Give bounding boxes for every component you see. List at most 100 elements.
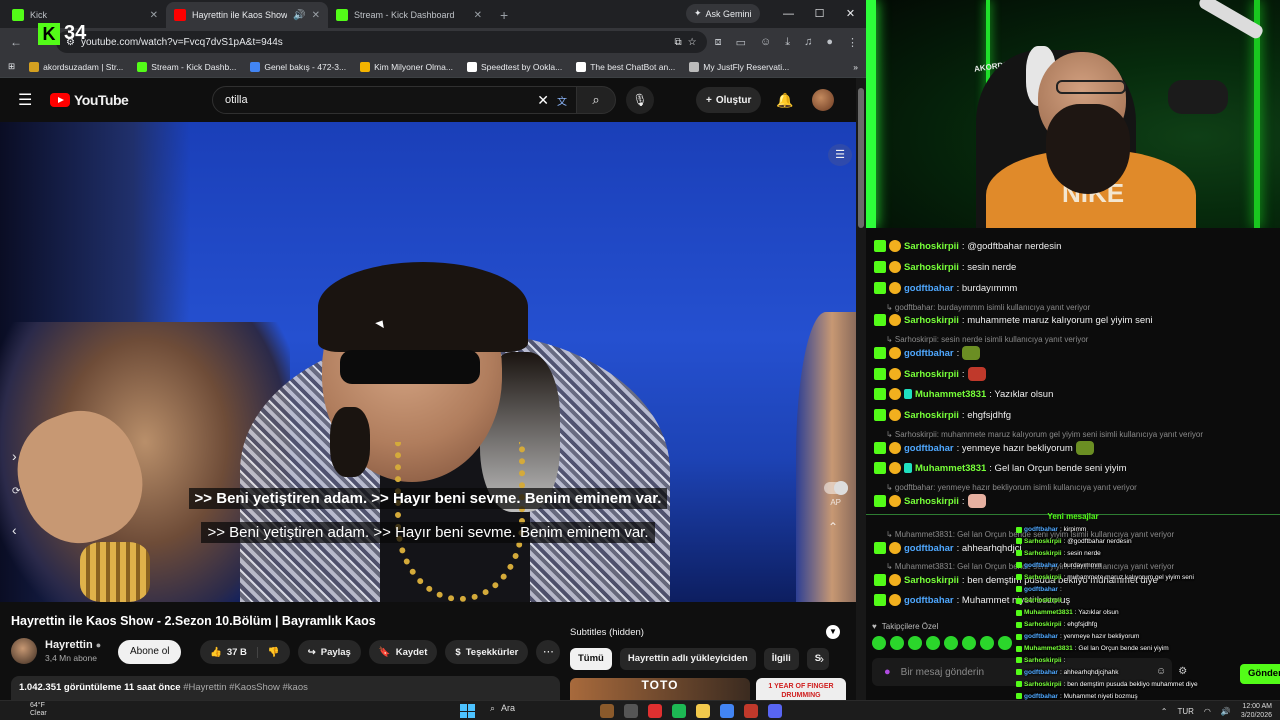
chat-username[interactable]: Sarhoskirpii — [904, 410, 959, 421]
chevron-down-icon[interactable]: ▼ — [826, 625, 840, 639]
volume-icon[interactable]: 🔊 — [1221, 707, 1231, 716]
save-button[interactable]: 🔖 Kaydet — [368, 640, 438, 664]
create-button[interactable]: + Oluştur — [696, 87, 762, 113]
ask-gemini-button[interactable]: ✦ Ask Gemini — [686, 4, 760, 23]
media-icon[interactable]: ♫ — [804, 36, 812, 49]
chip-uploader[interactable]: Hayrettin adlı yükleyiciden — [619, 648, 756, 670]
chat-username[interactable]: Sarhoskirpii — [904, 241, 959, 252]
emote-icon[interactable] — [872, 636, 886, 650]
chat-message[interactable]: Sarhoskirpii: — [874, 494, 986, 508]
tray-chevron-icon[interactable]: ⌃ — [1161, 707, 1168, 716]
close-tab-icon[interactable]: ✕ — [150, 10, 158, 21]
taskbar-search[interactable]: ⌕ Ara — [490, 703, 515, 714]
share-button[interactable]: ↪ Paylaş — [297, 640, 361, 664]
chevron-right-icon[interactable]: › — [820, 652, 824, 666]
chat-message[interactable]: Sarhoskirpii: ehgfsjdhfg — [874, 409, 1011, 421]
emote-icon[interactable] — [962, 636, 976, 650]
more-actions-button[interactable]: ⋯ — [536, 640, 561, 664]
taskbar-app-icon[interactable] — [720, 704, 734, 718]
emote-icon[interactable] — [890, 636, 904, 650]
menu-dots-icon[interactable]: ⋮ — [847, 36, 858, 49]
taskbar-app-icon[interactable] — [696, 704, 710, 718]
start-button[interactable] — [460, 704, 476, 718]
chat-username[interactable]: godftbahar — [904, 443, 954, 454]
chat-username[interactable]: Muhammet3831 — [915, 463, 986, 474]
new-tab-button[interactable]: + — [500, 7, 508, 23]
search-input[interactable]: otilla ✕ 文 — [212, 86, 580, 114]
youtube-logo[interactable]: YouTube — [50, 92, 129, 108]
chat-message[interactable]: Sarhoskirpii: @godftbahar nerdesin — [874, 240, 1061, 252]
chat-username[interactable]: Sarhoskirpii — [904, 315, 959, 326]
chat-message[interactable]: Sarhoskirpii: — [874, 367, 986, 381]
search-button[interactable]: ⌕ — [576, 86, 616, 114]
extensions-icon[interactable]: ⧈ — [715, 36, 722, 49]
emote-icon[interactable] — [926, 636, 940, 650]
wifi-icon[interactable]: ◠ — [1204, 707, 1211, 716]
chat-username[interactable]: godftbahar — [904, 595, 954, 606]
taskbar-app-icon[interactable] — [648, 704, 662, 718]
emote-icon[interactable] — [908, 636, 922, 650]
next-arrow-icon[interactable]: › — [12, 448, 17, 464]
back-button[interactable]: ← — [8, 35, 24, 49]
bookmark-item[interactable]: Kim Milyoner Olma... — [360, 61, 453, 72]
chat-message[interactable]: Sarhoskirpii: sesin nerde — [874, 261, 1016, 273]
bookmark-item[interactable]: Speedtest by Ookla... — [466, 61, 562, 72]
tab-youtube[interactable]: Hayrettin ile Kaos Show - 2 🔊 ✕ — [166, 2, 328, 28]
account-icon[interactable]: ● — [826, 36, 833, 49]
chat-message[interactable]: godftbahar: burdayımmm — [874, 282, 1017, 294]
subtitles-bar[interactable]: Subtitles (hidden) ▼ — [570, 622, 840, 642]
video-thumbnail[interactable]: TOTO — [570, 678, 750, 700]
bookmark-item[interactable]: The best ChatBot an... — [576, 61, 675, 72]
description-box[interactable]: 1.042.351 görüntüleme 11 saat önce #Hayr… — [11, 676, 560, 700]
hamburger-menu-icon[interactable]: ☰ — [18, 90, 34, 110]
taskbar-app-icon[interactable] — [600, 704, 614, 718]
like-button[interactable]: 👍 37 B — [200, 646, 258, 658]
video-player[interactable]: ☰ › ⟳ ‹ AP ⌃ >> Beni yetiştiren adam. >>… — [0, 122, 856, 602]
taskbar-app-icon[interactable] — [672, 704, 686, 718]
maximize-button[interactable]: ☐ — [804, 0, 835, 28]
close-tab-icon[interactable]: ✕ — [312, 10, 320, 21]
bookmark-item[interactable]: Stream - Kick Dashb... — [137, 61, 236, 72]
chat-username[interactable]: godftbahar — [904, 348, 954, 359]
chat-username[interactable]: Sarhoskirpii — [904, 369, 959, 380]
microphone-icon[interactable]: ● — [884, 666, 891, 678]
thanks-button[interactable]: $ Teşekkürler — [445, 640, 529, 664]
chat-message[interactable]: godftbahar: — [874, 346, 981, 360]
scrollbar-thumb[interactable] — [858, 88, 864, 228]
audio-icon[interactable]: 🔊 — [293, 10, 305, 21]
download-icon[interactable]: ⤓ — [785, 36, 790, 49]
emote-icon[interactable] — [944, 636, 958, 650]
send-button[interactable]: Gönder — [1240, 664, 1280, 684]
translate-icon[interactable]: 文 — [557, 93, 567, 108]
page-scrollbar[interactable] — [856, 78, 866, 700]
chip-related[interactable]: İlgili — [763, 648, 799, 670]
taskbar-app-icon[interactable] — [768, 704, 782, 718]
dislike-button[interactable]: 👎 — [258, 647, 290, 658]
chat-message[interactable]: godftbahar: yenmeye hazır bekliyorum — [874, 441, 1094, 455]
taskbar-app-icon[interactable] — [744, 704, 758, 718]
hashtags[interactable]: #Hayrettin #KaosShow #kaos — [183, 682, 308, 693]
channel-name[interactable]: Hayrettin — [45, 639, 93, 651]
chat-message[interactable]: godftbahar: ahhearhqhdjcj — [874, 542, 1022, 554]
tab-search-icon[interactable]: ▭ — [736, 36, 746, 49]
bookmark-item[interactable]: akordsuzadam | Str... — [29, 61, 123, 72]
url-field[interactable]: ⚙ youtube.com/watch?v=Fvcq7dvS1pA&t=944s… — [56, 31, 707, 53]
chat-message[interactable]: Muhammet3831: Yazıklar olsun — [874, 388, 1053, 400]
chat-username[interactable]: Sarhoskirpii — [904, 262, 959, 273]
bookmark-item[interactable]: Genel bakış - 472-3... — [250, 61, 346, 72]
chat-message[interactable]: Muhammet3831: Gel lan Orçun bende seni y… — [874, 462, 1127, 474]
bookmark-item[interactable]: My JustFly Reservati... — [689, 61, 789, 72]
chat-username[interactable]: Sarhoskirpii — [904, 496, 959, 507]
minimize-button[interactable]: — — [773, 0, 804, 28]
playlist-menu-icon[interactable]: ☰ — [828, 144, 852, 166]
emote-icon[interactable] — [998, 636, 1012, 650]
tab-kick-dashboard[interactable]: Stream - Kick Dashboard ✕ — [328, 2, 490, 28]
clear-search-icon[interactable]: ✕ — [537, 92, 549, 109]
chat-username[interactable]: Sarhoskirpii — [904, 575, 959, 586]
chat-username[interactable]: godftbahar — [904, 283, 954, 294]
weather-widget[interactable]: 64°F Clear — [30, 702, 47, 718]
notifications-bell-icon[interactable]: 🔔 — [776, 92, 793, 109]
channel-info[interactable]: Hayrettin ● 3,4 Mn abone — [11, 638, 101, 664]
language-indicator[interactable]: TUR — [1177, 707, 1193, 716]
bookmark-star-icon[interactable]: ☆ — [688, 37, 697, 48]
